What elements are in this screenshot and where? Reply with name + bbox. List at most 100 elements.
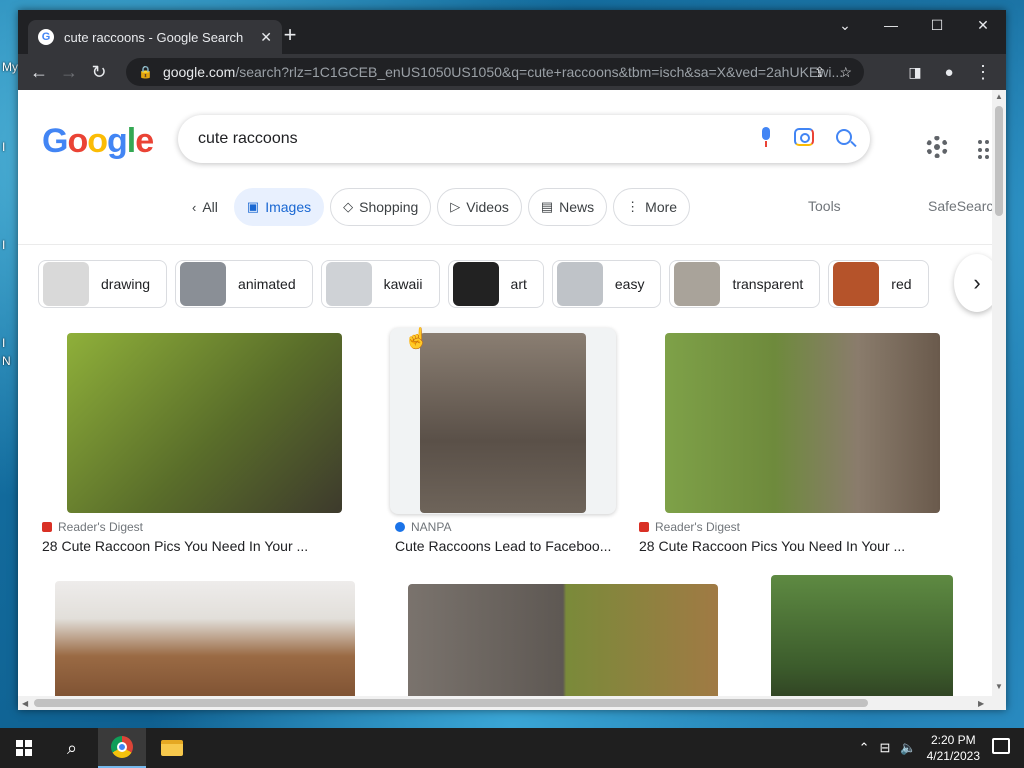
profile-icon[interactable]: ●: [934, 57, 964, 87]
kebab-icon: ⋮: [626, 199, 640, 214]
microphone-icon[interactable]: [760, 127, 772, 147]
new-tab-button[interactable]: +: [278, 24, 302, 48]
desktop-icon-label[interactable]: I: [2, 336, 5, 350]
browser-tab[interactable]: G cute raccoons - Google Search ✕: [28, 20, 282, 54]
chip-art[interactable]: art: [447, 260, 544, 308]
settings-gear-icon[interactable]: [926, 136, 948, 158]
chip-kawaii[interactable]: kawaii: [320, 260, 440, 308]
scroll-left-arrow-icon[interactable]: ◀: [22, 699, 28, 708]
hand-cursor-icon: ☝: [404, 328, 429, 350]
search-nav: ‹ All ▣ Images ◇ Shopping ▷ Videos ▤ News ⋮ Mo…: [182, 188, 691, 226]
chip-drawing[interactable]: drawing: [38, 260, 168, 308]
tab-shopping[interactable]: ◇ Shopping: [330, 188, 432, 226]
vertical-scroll-thumb[interactable]: [995, 106, 1003, 216]
chip-animated[interactable]: animated: [175, 260, 313, 308]
scroll-right-arrow-icon[interactable]: ▶: [978, 699, 984, 708]
address-bar[interactable]: 🔒 google.com /search?rlz=1C1GCEB_enUS105…: [126, 58, 864, 86]
clock-date: 4/21/2023: [926, 749, 980, 763]
chrome-icon: [111, 736, 133, 758]
close-tab-icon[interactable]: ✕: [260, 29, 272, 46]
result-source[interactable]: Reader's Digest: [42, 520, 143, 534]
start-button[interactable]: [0, 728, 48, 768]
result-caption[interactable]: 28 Cute Raccoon Pics You Need In Your ..…: [42, 538, 342, 554]
chip-red[interactable]: red: [828, 260, 929, 308]
chevron-up-icon[interactable]: ⌃: [859, 740, 870, 756]
tab-news[interactable]: ▤ News: [527, 188, 608, 226]
bookmark-star-icon[interactable]: ☆: [839, 64, 852, 81]
source-name: Reader's Digest: [655, 520, 740, 534]
tools-button[interactable]: Tools: [808, 198, 841, 214]
desktop-icon-label[interactable]: I: [2, 140, 5, 154]
google-lens-icon[interactable]: [794, 128, 814, 146]
chip-label: drawing: [101, 276, 151, 292]
google-logo[interactable]: Google: [42, 122, 154, 161]
url-path: /search?rlz=1C1GCEB_enUS1050US1050&q=cut…: [235, 64, 844, 80]
scroll-up-arrow-icon[interactable]: ▲: [995, 92, 1003, 101]
image-icon: ▣: [246, 199, 260, 214]
share-icon[interactable]: ⇪: [814, 64, 826, 81]
file-explorer-taskbar-button[interactable]: [148, 728, 196, 768]
reload-button[interactable]: ↻: [84, 57, 114, 87]
result-image[interactable]: [420, 333, 586, 513]
chip-label: kawaii: [383, 276, 423, 292]
search-query: cute raccoons: [198, 130, 298, 147]
tab-label: Images: [265, 199, 312, 215]
logo-letter: G: [42, 122, 68, 160]
chip-thumbnail: [833, 262, 880, 306]
scroll-down-arrow-icon[interactable]: ▼: [995, 682, 1003, 691]
result-caption[interactable]: 28 Cute Raccoon Pics You Need In Your ..…: [639, 538, 939, 554]
windows-logo-icon: [16, 740, 32, 756]
system-tray: ⌃ ⊟ 🔈 2:20 PM 4/21/2023: [859, 728, 980, 768]
result-image[interactable]: [408, 584, 718, 706]
tab-label: More: [645, 199, 678, 215]
menu-kebab-icon[interactable]: ⋮: [968, 57, 998, 87]
search-taskbar-button[interactable]: ⌕: [48, 728, 96, 768]
result-image[interactable]: [67, 333, 342, 513]
notification-icon[interactable]: [992, 738, 1010, 754]
chip-label: transparent: [732, 276, 804, 292]
url-host: google.com: [162, 64, 236, 80]
tab-videos[interactable]: ▷ Videos: [437, 188, 522, 226]
chip-label: animated: [238, 276, 296, 292]
volume-icon[interactable]: 🔈: [900, 740, 916, 756]
chip-thumbnail: [43, 262, 89, 306]
result-caption[interactable]: Cute Raccoons Lead to Faceboo...: [395, 538, 615, 554]
result-source[interactable]: NANPA: [395, 520, 451, 534]
desktop-icon-label[interactable]: I: [2, 238, 5, 252]
chip-thumbnail: [180, 262, 227, 306]
chrome-taskbar-button[interactable]: [98, 728, 146, 768]
result-image[interactable]: [55, 581, 355, 706]
tab-all[interactable]: ‹ All: [182, 188, 228, 226]
horizontal-scroll-thumb[interactable]: [34, 699, 868, 707]
maximize-button[interactable]: ☐: [914, 10, 960, 40]
source-favicon-icon: [639, 522, 649, 532]
search-icon[interactable]: [836, 129, 852, 145]
tag-icon: ◇: [343, 199, 354, 214]
desktop-icon-label[interactable]: N: [2, 354, 11, 368]
result-source[interactable]: Reader's Digest: [639, 520, 740, 534]
close-window-button[interactable]: ✕: [960, 10, 1006, 40]
safesearch-button[interactable]: SafeSearch: [928, 198, 1001, 214]
side-panel-icon[interactable]: ◨: [900, 57, 930, 87]
source-favicon-icon: [42, 522, 52, 532]
desktop-icon-label[interactable]: My: [2, 60, 18, 74]
network-icon[interactable]: ⊟: [880, 740, 891, 756]
result-image[interactable]: [665, 333, 940, 513]
vertical-scrollbar[interactable]: ▲ ▼: [992, 90, 1006, 696]
source-name: NANPA: [411, 520, 452, 534]
search-input[interactable]: cute raccoons: [178, 115, 870, 163]
chip-easy[interactable]: easy: [551, 260, 662, 308]
logo-letter: e: [135, 122, 154, 160]
clock[interactable]: 2:20 PM 4/21/2023: [927, 732, 980, 764]
result-image[interactable]: [771, 575, 953, 706]
back-button[interactable]: ←: [24, 57, 54, 87]
forward-button[interactable]: →: [54, 57, 84, 87]
chip-transparent[interactable]: transparent: [669, 260, 821, 308]
tab-more[interactable]: ⋮ More: [613, 188, 691, 226]
tab-label: Videos: [466, 199, 509, 215]
horizontal-scrollbar[interactable]: ◀ ▶: [18, 696, 1006, 710]
tab-search-chevron-icon[interactable]: ⌄: [822, 10, 868, 40]
tab-images[interactable]: ▣ Images: [233, 188, 325, 226]
minimize-button[interactable]: —: [868, 10, 914, 40]
play-icon: ▷: [450, 199, 461, 214]
